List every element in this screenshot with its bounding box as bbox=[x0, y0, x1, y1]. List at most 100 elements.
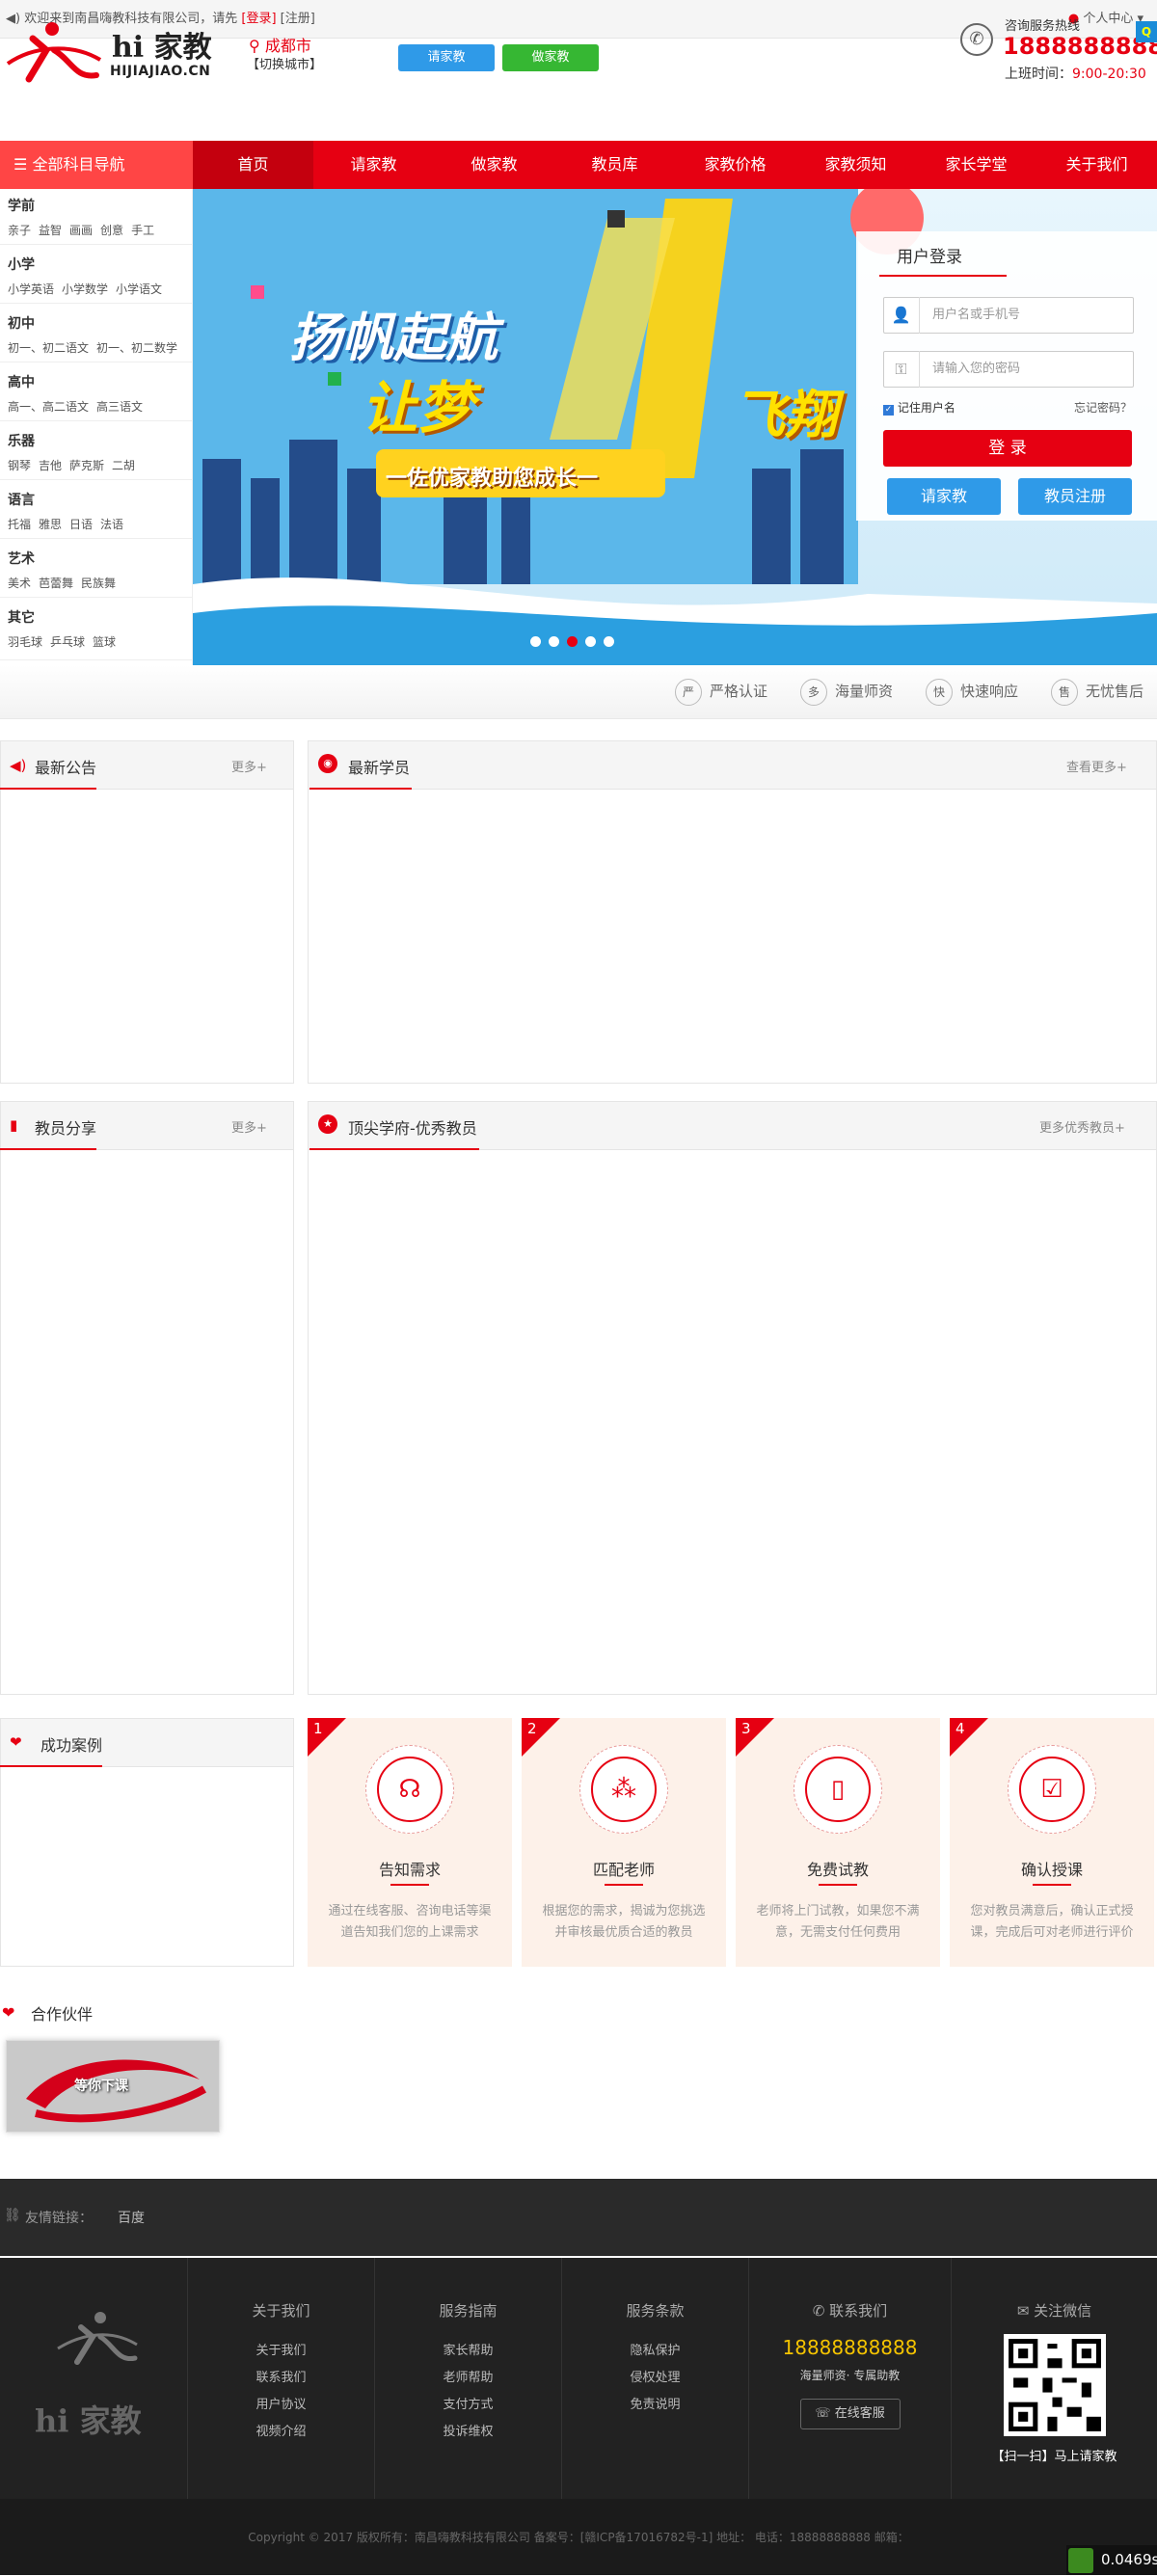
footer-link[interactable]: 家长帮助 bbox=[375, 2340, 561, 2358]
category-link[interactable]: 乒乓球 bbox=[50, 635, 85, 649]
category-link[interactable]: 高三语文 bbox=[96, 400, 143, 414]
footer-link[interactable]: 关于我们 bbox=[188, 2340, 374, 2358]
cases-underline bbox=[0, 1765, 102, 1767]
footer-col-about: 关于我们 关于我们 联系我们 用户协议 视频介绍 bbox=[187, 2258, 374, 2499]
category-title[interactable]: 语言 bbox=[8, 490, 35, 509]
category-link[interactable]: 小学语文 bbox=[116, 282, 162, 296]
footer-link[interactable]: 侵权处理 bbox=[562, 2367, 748, 2385]
user-icon: 👤 bbox=[883, 297, 920, 334]
location-pin-icon: ⚲ bbox=[249, 37, 260, 55]
footer-link[interactable]: 联系我们 bbox=[188, 2367, 374, 2385]
switch-city-link[interactable]: 【切换城市】 bbox=[247, 54, 322, 72]
book-icon: ▮ bbox=[10, 1116, 18, 1134]
hire-tutor-button[interactable]: 请家教 bbox=[398, 44, 495, 71]
nav-notices[interactable]: 家教须知 bbox=[795, 141, 916, 189]
step-desc: 您对教员满意后，确认正式授课，完成后可对老师进行评价 bbox=[970, 1904, 1134, 1940]
footer-link[interactable]: 支付方式 bbox=[375, 2394, 561, 2412]
nav-home[interactable]: 首页 bbox=[193, 141, 313, 189]
nav-tutor-library[interactable]: 教员库 bbox=[554, 141, 675, 189]
category-link[interactable]: 雅思 bbox=[39, 518, 62, 531]
category-link[interactable]: 初一、初二数学 bbox=[96, 341, 177, 355]
category-title[interactable]: 学前 bbox=[8, 196, 35, 215]
password-input[interactable]: 请输入您的密码 bbox=[883, 351, 1134, 388]
category-link[interactable]: 篮球 bbox=[93, 635, 116, 649]
category-link[interactable]: 钢琴 bbox=[8, 459, 31, 472]
step-divider bbox=[390, 1884, 429, 1886]
category-link[interactable]: 羽毛球 bbox=[8, 635, 42, 649]
register-link[interactable]: [注册] bbox=[281, 12, 315, 26]
students-panel bbox=[308, 740, 1157, 1084]
carousel-dot[interactable] bbox=[585, 636, 596, 647]
username-input[interactable]: 用户名或手机号 bbox=[883, 297, 1134, 334]
category-link[interactable]: 亲子 bbox=[8, 224, 31, 237]
nav-parent-school[interactable]: 家长学堂 bbox=[916, 141, 1036, 189]
forgot-password-link[interactable]: 忘记密码？ bbox=[1074, 399, 1132, 416]
category-title[interactable]: 乐器 bbox=[8, 431, 35, 450]
category-link[interactable]: 萨克斯 bbox=[69, 459, 104, 472]
feature-item: 售无忧售后 bbox=[1051, 679, 1144, 706]
footer-link[interactable]: 免责说明 bbox=[562, 2394, 748, 2412]
become-tutor-button[interactable]: 做家教 bbox=[502, 44, 599, 71]
login-link[interactable]: [登录] bbox=[241, 12, 276, 26]
nav-hire-tutor[interactable]: 请家教 bbox=[313, 141, 434, 189]
students-more-link[interactable]: 查看更多+ bbox=[1066, 757, 1127, 775]
logo-mark-icon[interactable] bbox=[4, 21, 104, 87]
login-hire-button[interactable]: 请家教 bbox=[887, 478, 1001, 515]
category-link[interactable]: 二胡 bbox=[112, 459, 135, 472]
qq-icon[interactable]: Q bbox=[1136, 21, 1157, 42]
step-divider bbox=[1033, 1884, 1071, 1886]
category-link[interactable]: 小学数学 bbox=[62, 282, 108, 296]
carousel-dot[interactable] bbox=[604, 636, 614, 647]
footer-link[interactable]: 隐私保护 bbox=[562, 2340, 748, 2358]
notice-more-link[interactable]: 更多+ bbox=[231, 757, 267, 775]
category-title[interactable]: 艺术 bbox=[8, 549, 35, 568]
footer-link[interactable]: 视频介绍 bbox=[188, 2421, 374, 2439]
carousel-dot-active[interactable] bbox=[567, 636, 578, 647]
friend-link-baidu[interactable]: 百度 bbox=[118, 2208, 145, 2227]
remember-checkbox[interactable]: ✓ 记住用户名 bbox=[883, 399, 955, 416]
process-card: 1 ☊ 告知需求 通过在线客服、咨询电话等渠道告知我们您的上课需求 bbox=[308, 1718, 512, 1967]
category-link[interactable]: 托福 bbox=[8, 518, 31, 531]
nav-become-tutor[interactable]: 做家教 bbox=[434, 141, 554, 189]
partner-logo[interactable]: 等你下课 bbox=[6, 2040, 220, 2133]
tutor-register-button[interactable]: 教员注册 bbox=[1018, 478, 1132, 515]
category-link[interactable]: 吉他 bbox=[39, 459, 62, 472]
category-title[interactable]: 高中 bbox=[8, 372, 35, 391]
checkbox-icon[interactable]: ✓ bbox=[883, 405, 894, 416]
hotline-number: 18888888888 bbox=[1003, 33, 1157, 60]
category-link[interactable]: 民族舞 bbox=[81, 577, 116, 590]
footer-link[interactable]: 投诉维权 bbox=[375, 2421, 561, 2439]
logo-text[interactable]: hi 家教 bbox=[112, 23, 212, 66]
share-more-link[interactable]: 更多+ bbox=[231, 1117, 267, 1136]
category-link[interactable]: 手工 bbox=[131, 224, 154, 237]
friend-links-bar: ⛓ 友情链接： 百度 bbox=[0, 2179, 1157, 2256]
category-link[interactable]: 初一、初二语文 bbox=[8, 341, 89, 355]
work-hours: 上班时间：9:00-20:30 bbox=[1005, 64, 1146, 83]
category-title[interactable]: 小学 bbox=[8, 255, 35, 274]
category-link[interactable]: 小学英语 bbox=[8, 282, 54, 296]
teachers-more-link[interactable]: 更多优秀教员+ bbox=[1039, 1117, 1125, 1136]
online-service-label: 在线客服 bbox=[834, 2406, 885, 2421]
category-title[interactable]: 其它 bbox=[8, 607, 35, 627]
category-link[interactable]: 芭蕾舞 bbox=[39, 577, 73, 590]
category-link[interactable]: 益智 bbox=[39, 224, 62, 237]
carousel-dot[interactable] bbox=[549, 636, 559, 647]
footer-link[interactable]: 用户协议 bbox=[188, 2394, 374, 2412]
carousel-dot[interactable] bbox=[530, 636, 541, 647]
category-link[interactable]: 法语 bbox=[100, 518, 123, 531]
category-link[interactable]: 高一、高二语文 bbox=[8, 400, 89, 414]
category-link[interactable]: 美术 bbox=[8, 577, 31, 590]
online-service-button[interactable]: ☏ 在线客服 bbox=[799, 2399, 901, 2429]
category-title[interactable]: 初中 bbox=[8, 313, 35, 333]
contact-heading: ✆ 联系我们 bbox=[749, 2300, 951, 2321]
nav-about[interactable]: 关于我们 bbox=[1036, 141, 1157, 189]
hours-value: 9:00-20:30 bbox=[1072, 67, 1146, 82]
login-button[interactable]: 登 录 bbox=[883, 430, 1132, 467]
category-link[interactable]: 创意 bbox=[100, 224, 123, 237]
category-link[interactable]: 日语 bbox=[69, 518, 93, 531]
step-title: 免费试教 bbox=[806, 1861, 869, 1879]
footer-link[interactable]: 老师帮助 bbox=[375, 2367, 561, 2385]
category-link[interactable]: 画画 bbox=[69, 224, 93, 237]
all-subjects-nav[interactable]: ☰ 全部科目导航 bbox=[0, 141, 193, 189]
nav-prices[interactable]: 家教价格 bbox=[675, 141, 795, 189]
